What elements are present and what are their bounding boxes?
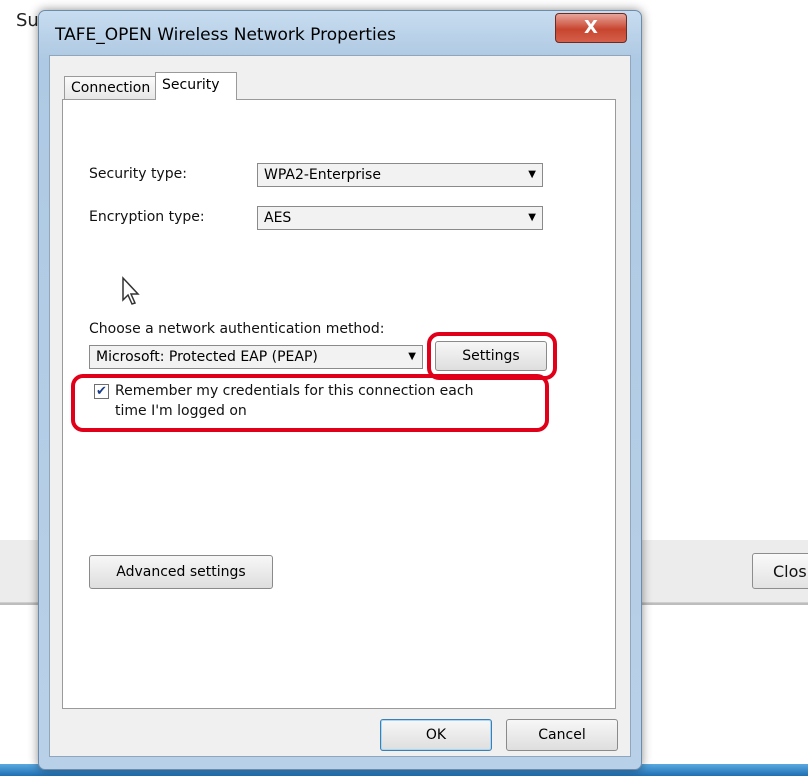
dropdown-arrow-icon: ▼ [528,212,536,223]
dropdown-arrow-icon: ▼ [528,169,536,180]
security-tab-panel: Security type: WPA2-Enterprise ▼ Encrypt… [62,99,616,709]
auth-method-dropdown[interactable]: Microsoft: Protected EAP (PEAP) ▼ [89,345,423,369]
background-window-title: Su [16,10,39,31]
dialog-client-area: Connection Security Security type: WPA2-… [49,55,631,757]
encryption-type-value: AES [264,210,292,226]
tab-security[interactable]: Security [155,72,237,100]
close-icon: X [584,17,598,38]
tab-connection[interactable]: Connection [64,76,156,100]
encryption-type-label: Encryption type: [89,209,205,225]
auth-method-label: Choose a network authentication method: [89,321,385,337]
mouse-cursor-icon [122,276,140,305]
security-type-label: Security type: [89,166,187,182]
security-type-value: WPA2-Enterprise [264,167,381,183]
ok-button[interactable]: OK [380,719,492,751]
settings-highlight [427,332,557,380]
remember-credentials-highlight [71,374,549,432]
security-type-dropdown[interactable]: WPA2-Enterprise ▼ [257,163,543,187]
dropdown-arrow-icon: ▼ [408,351,416,362]
cancel-button[interactable]: Cancel [506,719,618,751]
auth-method-value: Microsoft: Protected EAP (PEAP) [96,349,318,365]
close-button[interactable]: X [555,13,627,43]
advanced-settings-button[interactable]: Advanced settings [89,555,273,589]
encryption-type-dropdown[interactable]: AES ▼ [257,206,543,230]
background-close-button[interactable]: Clos [752,553,808,589]
dialog-title: TAFE_OPEN Wireless Network Properties [55,25,397,45]
wireless-properties-dialog: TAFE_OPEN Wireless Network Properties X … [38,10,642,770]
